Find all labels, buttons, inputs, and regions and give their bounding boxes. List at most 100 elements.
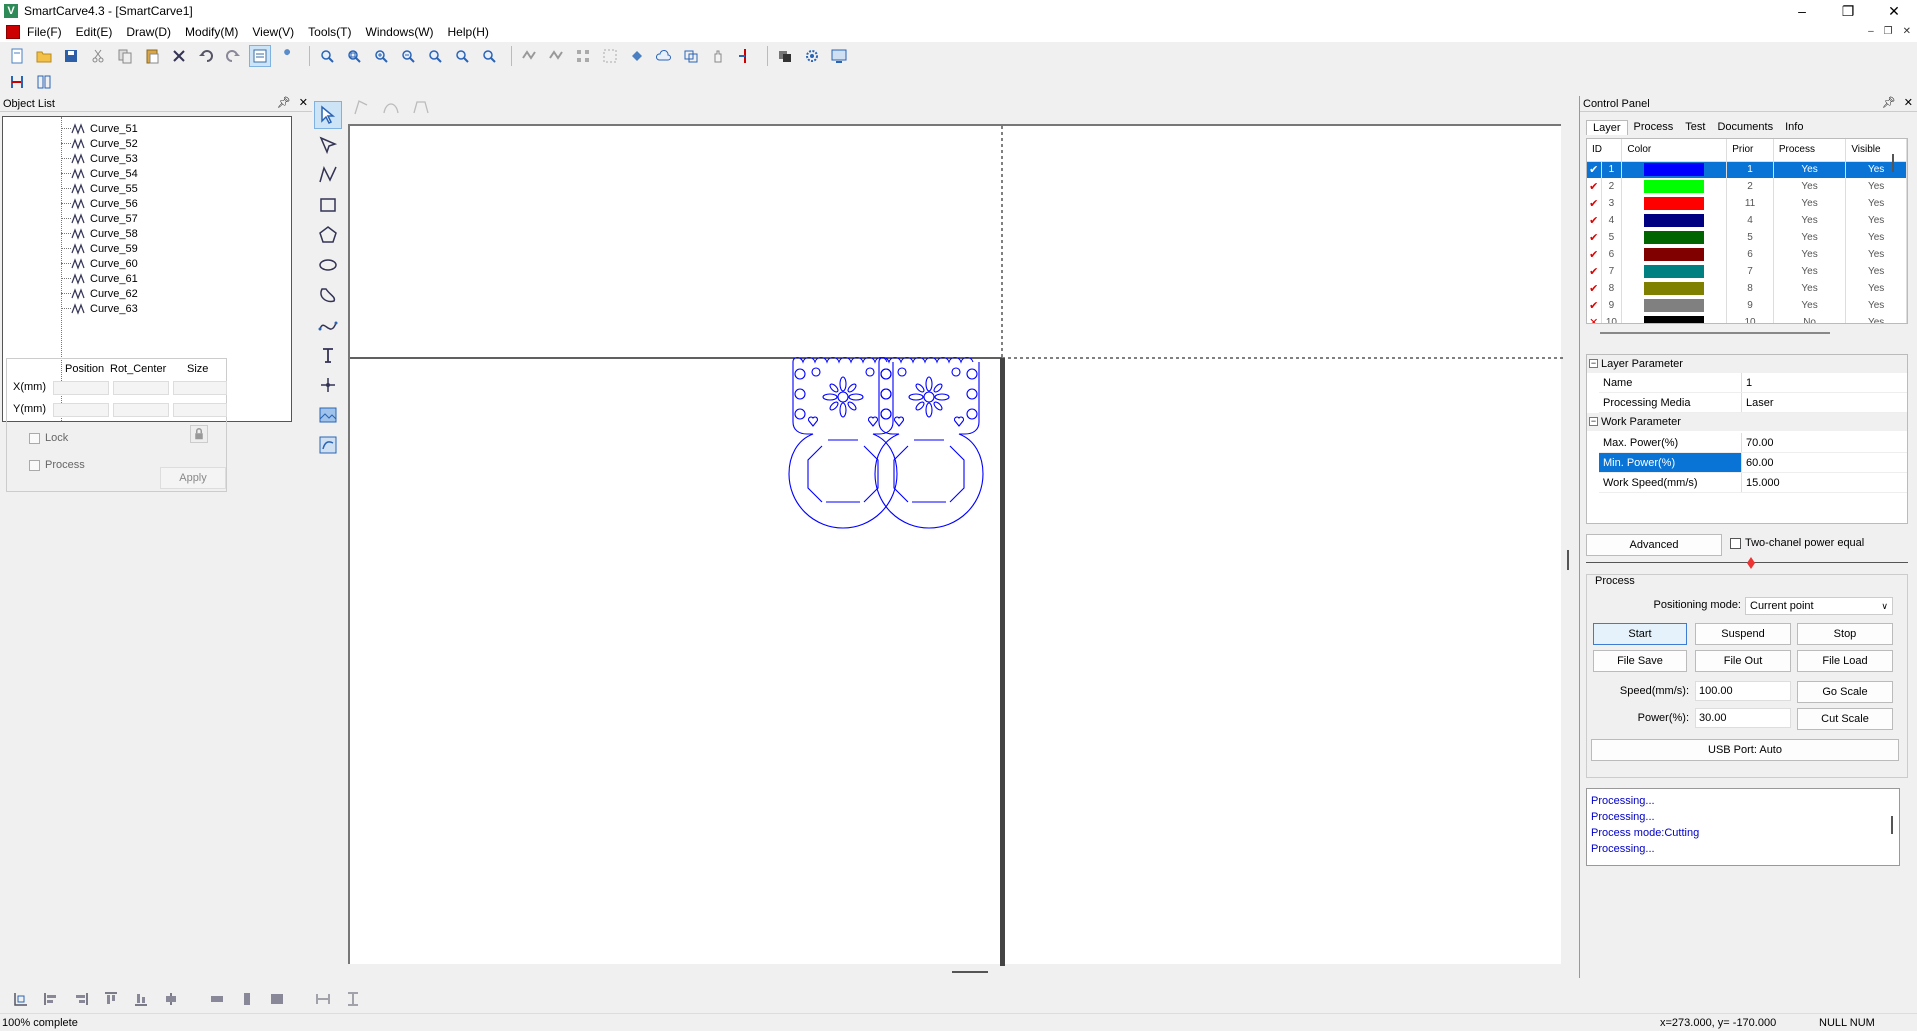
layer-process[interactable]: Yes xyxy=(1773,263,1847,280)
y-size-field[interactable] xyxy=(173,403,227,417)
layer-row[interactable]: ✔ 8 8 Yes Yes xyxy=(1587,280,1907,297)
file-load-button[interactable]: File Load xyxy=(1797,650,1893,672)
layer-table-hscroll[interactable] xyxy=(1600,332,1830,334)
zoom-all-icon[interactable] xyxy=(451,45,473,67)
speed-input[interactable]: 100.00 xyxy=(1695,681,1791,701)
layer-prior[interactable]: 9 xyxy=(1726,297,1774,314)
layer-enabled-mark[interactable]: ✔ xyxy=(1587,161,1602,178)
layer-prior[interactable]: 4 xyxy=(1726,212,1774,229)
tree-item[interactable]: Curve_58 xyxy=(61,226,138,241)
apply-button[interactable]: Apply xyxy=(160,467,226,489)
offset-icon[interactable] xyxy=(680,45,702,67)
layer-row[interactable]: ✔ 1 1 Yes Yes xyxy=(1587,161,1907,178)
process-checkbox[interactable] xyxy=(29,460,40,471)
mdi-minimize-button[interactable]: – xyxy=(1868,22,1874,42)
layer-visible[interactable]: Yes xyxy=(1845,280,1907,297)
start-button[interactable]: Start xyxy=(1593,623,1687,645)
col-process[interactable]: Process xyxy=(1773,139,1847,162)
layer-visible[interactable]: Yes xyxy=(1845,212,1907,229)
layer-enabled-mark[interactable]: ✔ xyxy=(1587,178,1602,195)
align-left-icon[interactable] xyxy=(40,988,62,1010)
object-list-toggle-icon[interactable] xyxy=(249,45,271,67)
layer-color[interactable] xyxy=(1621,263,1728,280)
panel-close-icon[interactable]: ✕ xyxy=(299,96,308,109)
layer-visible[interactable]: Yes xyxy=(1845,178,1907,195)
layer-row[interactable]: ✔ 2 2 Yes Yes xyxy=(1587,178,1907,195)
param-media-value[interactable]: Laser xyxy=(1742,393,1907,412)
mdi-restore-button[interactable]: ❐ xyxy=(1884,22,1893,42)
artwork[interactable] xyxy=(788,356,984,529)
layer-color[interactable] xyxy=(1621,314,1728,323)
work-parameter-section[interactable]: − Work Parameter xyxy=(1587,413,1907,431)
layer-visible[interactable]: Yes xyxy=(1845,195,1907,212)
tag-left[interactable] xyxy=(788,356,898,529)
layer-visible[interactable]: Yes xyxy=(1845,161,1907,178)
canvas-horizontal-scroll-thumb[interactable] xyxy=(952,971,988,973)
zoom-icon[interactable] xyxy=(316,45,338,67)
new-file-icon[interactable] xyxy=(6,45,28,67)
layer-prior[interactable]: 2 xyxy=(1726,178,1774,195)
layer-color[interactable] xyxy=(1621,246,1728,263)
copy-icon[interactable] xyxy=(114,45,136,67)
layer-parameter-section[interactable]: − Layer Parameter xyxy=(1587,355,1907,373)
tab-info[interactable]: Info xyxy=(1779,120,1809,135)
tree-item[interactable]: Curve_63 xyxy=(61,301,138,316)
same-height-icon[interactable] xyxy=(236,988,258,1010)
pin-icon[interactable]: 📌︎ xyxy=(277,96,291,109)
x-position-field[interactable] xyxy=(53,381,109,395)
cut-scale-button[interactable]: Cut Scale xyxy=(1797,708,1893,730)
zoom-page-icon[interactable] xyxy=(424,45,446,67)
cut-icon[interactable] xyxy=(87,45,109,67)
layer-row[interactable]: ✔ 6 6 Yes Yes xyxy=(1587,246,1907,263)
arc-tool-3-icon[interactable] xyxy=(412,98,430,119)
delete-icon[interactable] xyxy=(168,45,190,67)
layer-enabled-mark[interactable]: ✕ xyxy=(1587,314,1602,323)
menu-view[interactable]: View(V) xyxy=(245,22,301,42)
param-speed-value[interactable]: 15.000 xyxy=(1742,473,1907,492)
save-icon[interactable] xyxy=(60,45,82,67)
layer-color[interactable] xyxy=(1621,195,1728,212)
ellipse-icon[interactable] xyxy=(314,251,342,279)
cut-order-icon[interactable] xyxy=(33,71,55,93)
layer-enabled-mark[interactable]: ✔ xyxy=(1587,297,1602,314)
param-name-value[interactable]: 1 xyxy=(1742,373,1907,392)
layer-row[interactable]: ✔ 3 11 Yes Yes xyxy=(1587,195,1907,212)
log-scroll-thumb[interactable] xyxy=(1891,816,1893,834)
image-icon[interactable] xyxy=(314,401,342,429)
tree-item[interactable]: Curve_57 xyxy=(61,211,138,226)
canvas-vertical-scroll-thumb[interactable] xyxy=(1567,550,1569,570)
tree-item[interactable]: Curve_53 xyxy=(61,151,138,166)
layer-prior[interactable]: 1 xyxy=(1726,161,1774,178)
layer-row[interactable]: ✔ 5 5 Yes Yes xyxy=(1587,229,1907,246)
tree-item[interactable]: Curve_52 xyxy=(61,136,138,151)
tree-item[interactable]: Curve_51 xyxy=(61,121,138,136)
document-menu-icon[interactable] xyxy=(6,25,20,39)
redo-icon[interactable] xyxy=(222,45,244,67)
tree-item[interactable]: Curve_56 xyxy=(61,196,138,211)
layer-row[interactable]: ✔ 7 7 Yes Yes xyxy=(1587,263,1907,280)
param-max-power-row[interactable]: Max. Power(%) 70.00 xyxy=(1599,433,1907,453)
two-channel-checkbox[interactable] xyxy=(1730,537,1741,549)
y-rot-center-field[interactable] xyxy=(113,403,169,417)
x-rot-center-field[interactable] xyxy=(113,381,169,395)
text-tool-icon[interactable] xyxy=(314,341,342,369)
stop-button[interactable]: Stop xyxy=(1797,623,1893,645)
two-channel-option[interactable]: Two-chanel power equal xyxy=(1730,537,1864,549)
layer-process[interactable]: No xyxy=(1773,314,1847,323)
arc-tool-2-icon[interactable] xyxy=(382,98,400,119)
align-top-icon[interactable] xyxy=(100,988,122,1010)
distribute-vertical-icon[interactable] xyxy=(342,988,364,1010)
suspend-button[interactable]: Suspend xyxy=(1695,623,1791,645)
tree-item[interactable]: Curve_61 xyxy=(61,271,138,286)
layer-row[interactable]: ✕ 10 10 No Yes xyxy=(1587,314,1907,323)
rectangle-icon[interactable] xyxy=(314,191,342,219)
layer-color[interactable] xyxy=(1621,229,1728,246)
node-join-icon[interactable] xyxy=(545,45,567,67)
menu-draw[interactable]: Draw(D) xyxy=(119,22,178,42)
layer-enabled-mark[interactable]: ✔ xyxy=(1587,195,1602,212)
tree-item[interactable]: Curve_62 xyxy=(61,286,138,301)
tab-documents[interactable]: Documents xyxy=(1711,120,1779,135)
distribute-horizontal-icon[interactable] xyxy=(312,988,334,1010)
menu-edit[interactable]: Edit(E) xyxy=(69,22,120,42)
drawing-canvas[interactable] xyxy=(348,124,1563,966)
